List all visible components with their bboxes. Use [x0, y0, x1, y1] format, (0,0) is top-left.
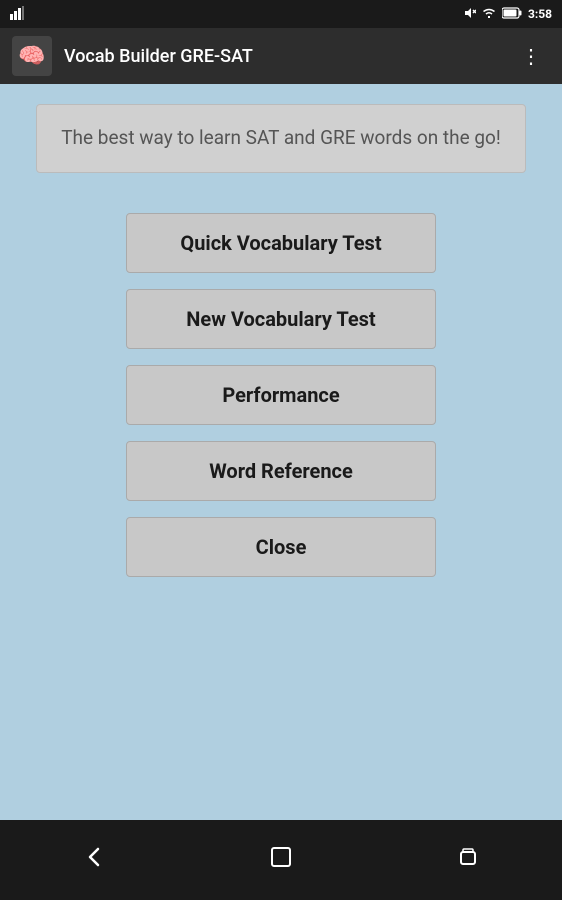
word-reference-button[interactable]: Word Reference	[126, 441, 436, 501]
status-bar-right: 3:58	[464, 7, 552, 22]
overflow-menu-button[interactable]: ⋮	[513, 36, 550, 76]
navigation-bar	[0, 820, 562, 900]
banner-text: The best way to learn SAT and GRE words …	[61, 126, 501, 149]
quick-vocabulary-test-label: Quick Vocabulary Test	[180, 231, 381, 255]
performance-label: Performance	[222, 383, 339, 407]
toolbar: 🧠 Vocab Builder GRE-SAT ⋮	[0, 28, 562, 84]
home-button[interactable]	[251, 830, 311, 890]
status-bar: 3:58	[0, 0, 562, 28]
close-button[interactable]: Close	[126, 517, 436, 577]
battery-icon	[502, 7, 522, 22]
quick-vocabulary-test-button[interactable]: Quick Vocabulary Test	[126, 213, 436, 273]
recents-icon	[454, 843, 482, 877]
banner: The best way to learn SAT and GRE words …	[36, 104, 526, 173]
main-content: The best way to learn SAT and GRE words …	[0, 84, 562, 820]
recents-button[interactable]	[438, 830, 498, 890]
new-vocabulary-test-label: New Vocabulary Test	[186, 307, 375, 331]
clock: 3:58	[528, 7, 552, 21]
app-icon: 🧠	[12, 36, 52, 76]
word-reference-label: Word Reference	[209, 459, 353, 483]
back-icon	[80, 843, 108, 877]
status-bar-left	[10, 6, 24, 23]
wifi-icon	[482, 7, 496, 22]
back-button[interactable]	[64, 830, 124, 890]
close-label: Close	[256, 535, 307, 559]
mute-icon	[464, 7, 476, 22]
app-title: Vocab Builder GRE-SAT	[64, 46, 501, 67]
new-vocabulary-test-button[interactable]: New Vocabulary Test	[126, 289, 436, 349]
performance-button[interactable]: Performance	[126, 365, 436, 425]
home-icon	[267, 843, 295, 877]
brain-icon: 🧠	[18, 44, 45, 69]
signal-bars-icon	[10, 6, 24, 23]
